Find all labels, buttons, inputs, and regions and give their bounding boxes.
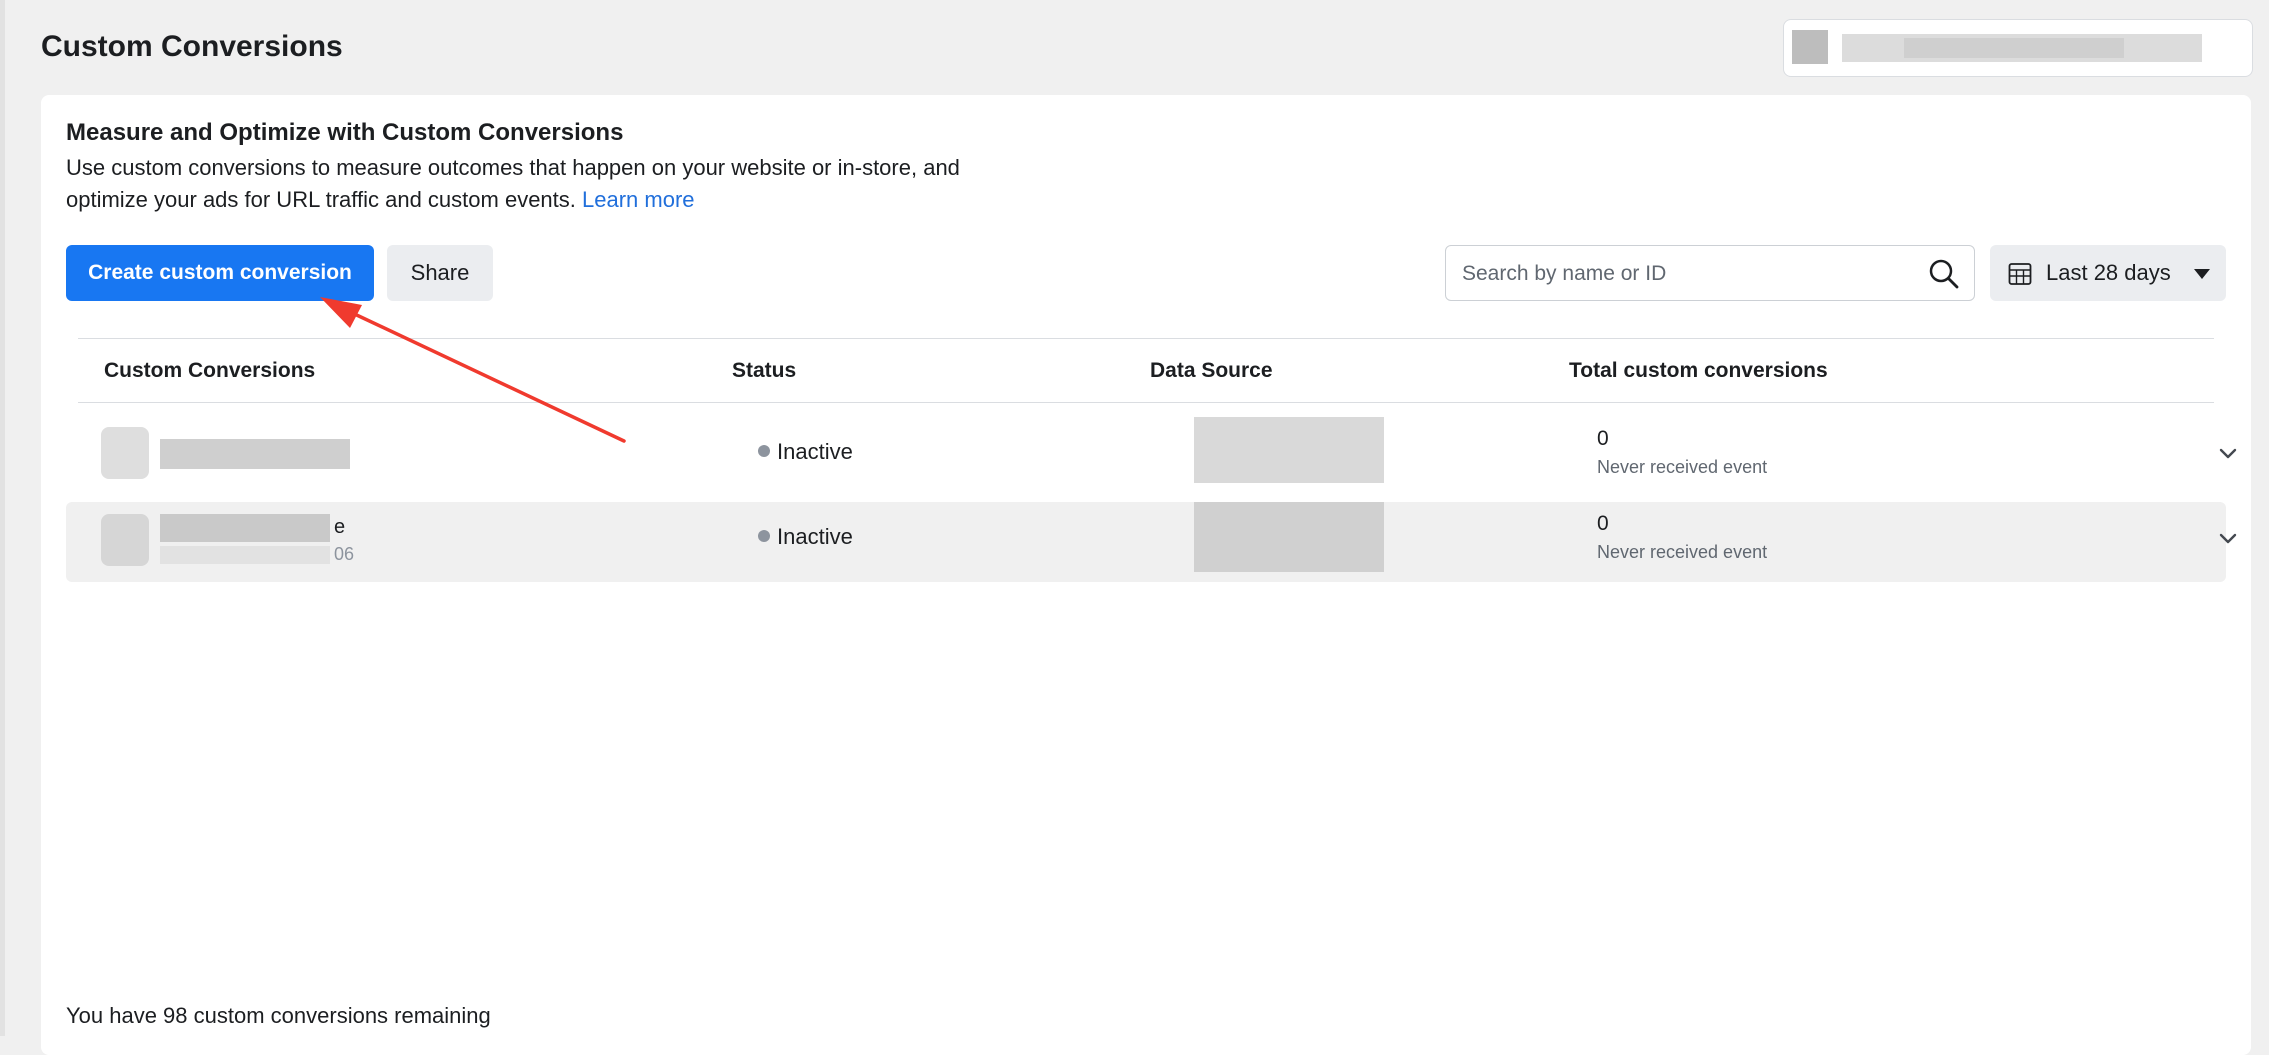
learn-more-link[interactable]: Learn more — [582, 187, 695, 212]
conversion-name-fragment: e — [334, 516, 346, 538]
page-title: Custom Conversions — [41, 30, 343, 63]
date-range-dropdown[interactable]: Last 28 days — [1990, 245, 2226, 301]
column-header-status[interactable]: Status — [732, 359, 796, 383]
redacted-conversion-name — [160, 439, 350, 469]
column-header-custom-conversions[interactable]: Custom Conversions — [104, 359, 315, 383]
search-field[interactable] — [1445, 245, 1975, 302]
intro-description: Use custom conversions to measure outcom… — [66, 152, 1046, 216]
conversion-id-fragment: 06 — [334, 544, 355, 564]
redacted-data-source — [1194, 502, 1384, 572]
table-row[interactable]: Inactive 0 Never received event — [66, 417, 2237, 497]
total-note: Never received event — [1597, 542, 1768, 562]
total-note: Never received event — [1597, 457, 1768, 477]
search-icon[interactable] — [1928, 258, 1960, 290]
calendar-icon — [2008, 263, 2032, 285]
intro-text: Use custom conversions to measure outcom… — [66, 155, 960, 212]
redacted-account-name — [1792, 30, 1828, 64]
custom-conversions-card: Measure and Optimize with Custom Convers… — [41, 95, 2251, 1055]
search-input[interactable] — [1460, 246, 1904, 302]
total-count: 0 — [1597, 512, 1609, 535]
status-label: Inactive — [777, 439, 853, 464]
redacted-conversion-name — [160, 514, 330, 542]
chevron-down-icon[interactable] — [2218, 528, 2238, 548]
window-edge — [0, 0, 5, 1036]
redacted-conversion-name — [101, 514, 149, 566]
column-header-data-source[interactable]: Data Source — [1150, 359, 1273, 383]
caret-down-icon — [2194, 269, 2210, 279]
date-range-label: Last 28 days — [2046, 260, 2171, 285]
intro-title: Measure and Optimize with Custom Convers… — [66, 119, 624, 146]
column-header-total[interactable]: Total custom conversions — [1569, 359, 1828, 383]
status-badge: Inactive — [758, 524, 853, 550]
table-divider — [78, 402, 2214, 403]
table-row[interactable]: e 06 Inactive 0 Never received event — [66, 502, 2237, 582]
account-selector[interactable] — [1783, 19, 2253, 77]
chevron-down-icon[interactable] — [2218, 443, 2238, 463]
status-dot-icon — [758, 530, 770, 542]
remaining-conversions-text: You have 98 custom conversions remaining — [66, 1003, 491, 1028]
table-divider — [78, 338, 2214, 339]
redacted-conversion-id — [160, 546, 330, 564]
status-badge: Inactive — [758, 439, 853, 465]
redacted-conversion-name — [101, 427, 149, 479]
redacted-account-name — [1904, 38, 2124, 58]
redacted-data-source — [1194, 417, 1384, 483]
status-dot-icon — [758, 445, 770, 457]
total-count: 0 — [1597, 427, 1609, 450]
create-custom-conversion-button[interactable]: Create custom conversion — [66, 245, 374, 301]
share-button[interactable]: Share — [387, 245, 493, 301]
status-label: Inactive — [777, 524, 853, 549]
